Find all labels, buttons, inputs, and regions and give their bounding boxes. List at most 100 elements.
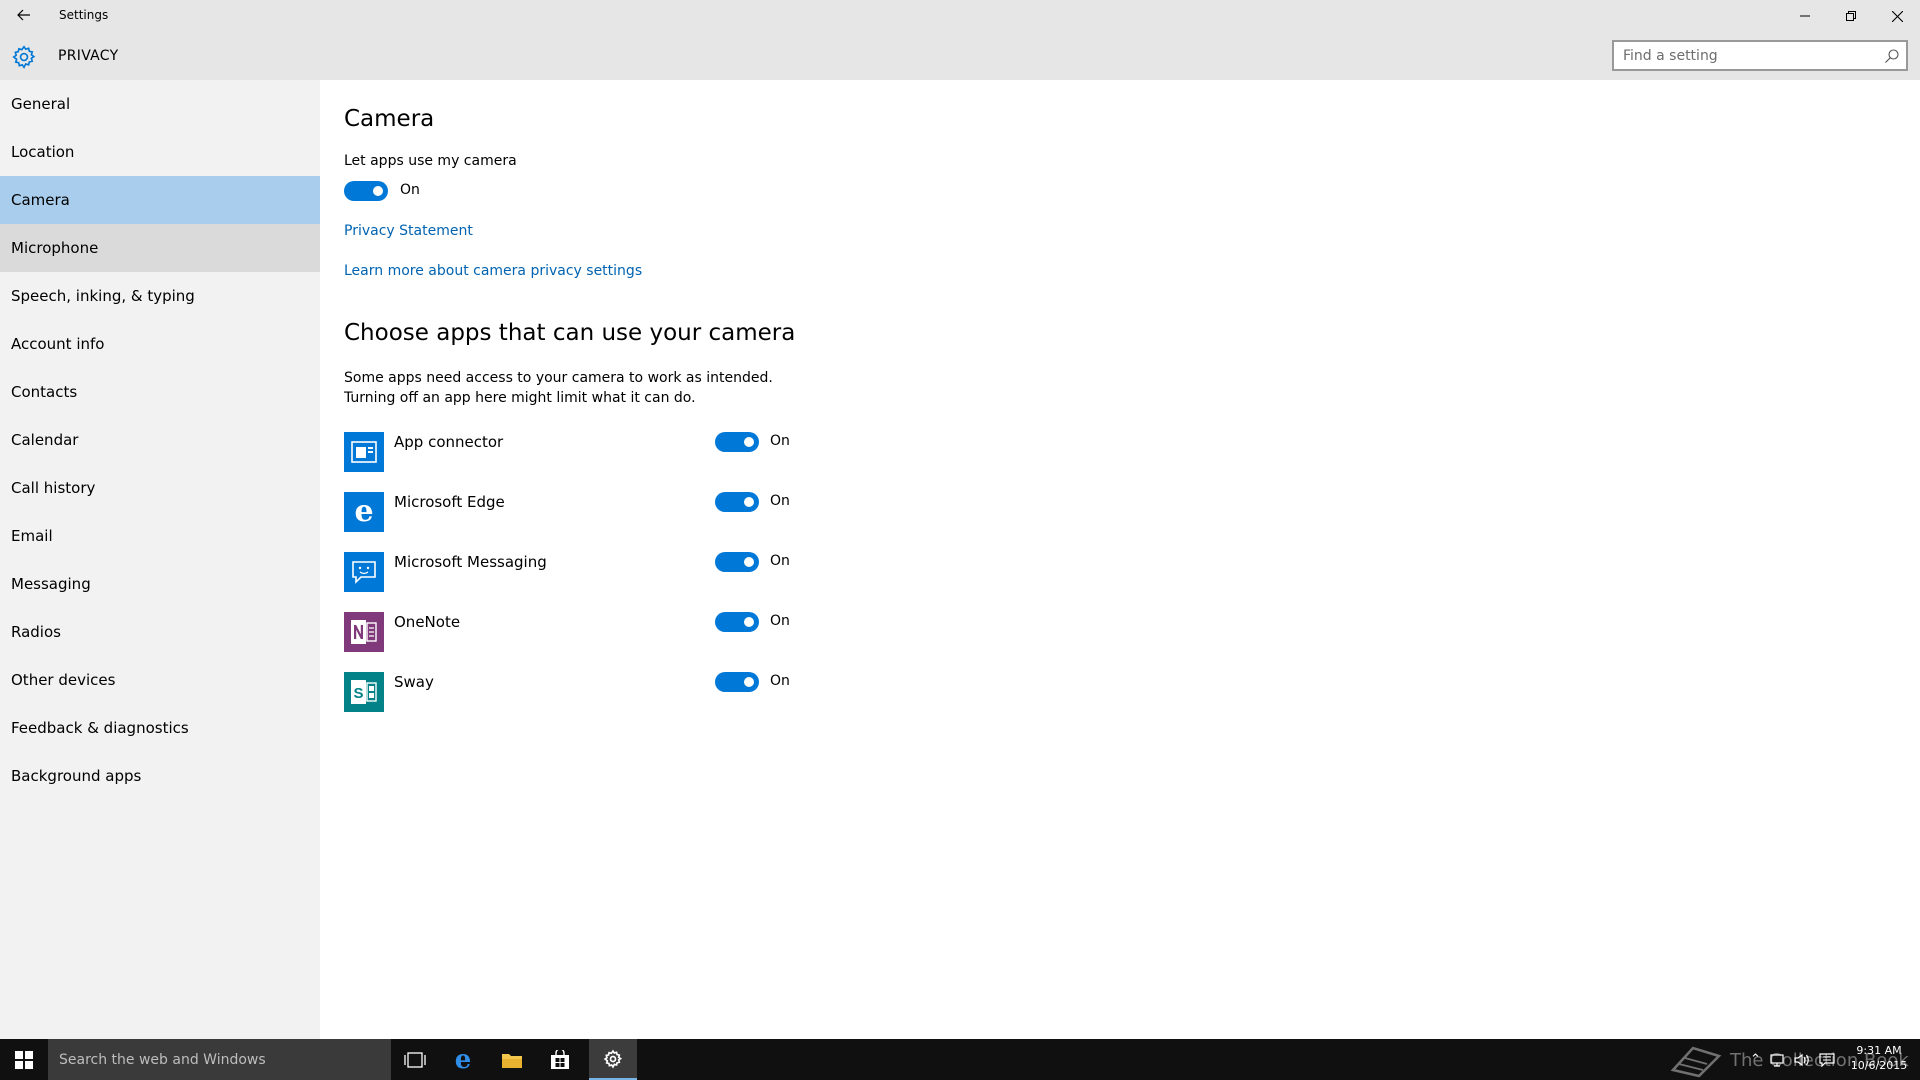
back-arrow-icon [17, 9, 30, 21]
sidebar-item-radios[interactable]: Radios [0, 608, 320, 656]
sidebar-item-email[interactable]: Email [0, 512, 320, 560]
sidebar-item-label: Radios [11, 623, 61, 641]
taskbar-settings-button[interactable] [589, 1039, 637, 1080]
sidebar-item-label: Feedback & diagnostics [11, 719, 189, 737]
app-toggle-state: On [770, 493, 790, 509]
chevron-up-icon[interactable]: ⌃ [1750, 1052, 1761, 1067]
network-icon[interactable] [1769, 1053, 1785, 1067]
store-icon [551, 1049, 569, 1069]
sidebar-item-label: Call history [11, 479, 96, 497]
sidebar-item-messaging[interactable]: Messaging [0, 560, 320, 608]
learn-more-link[interactable]: Learn more about camera privacy settings [344, 263, 642, 279]
sidebar-item-other-devices[interactable]: Other devices [0, 656, 320, 704]
search-input[interactable] [1614, 42, 1874, 69]
close-button[interactable] [1874, 0, 1920, 32]
sidebar-item-location[interactable]: Location [0, 128, 320, 176]
sidebar-item-label: Other devices [11, 671, 116, 689]
sidebar-item-background-apps[interactable]: Background apps [0, 752, 320, 800]
app-name: Sway [394, 673, 434, 691]
toggle-knob [744, 617, 754, 627]
start-button[interactable] [0, 1039, 48, 1080]
section-title: PRIVACY [58, 48, 119, 64]
taskbar-search-box[interactable]: Search the web and Windows [48, 1039, 391, 1080]
volume-icon[interactable] [1793, 1053, 1811, 1067]
microsoft-edge-toggle[interactable] [715, 492, 759, 512]
system-tray: ⌃ [1750, 1039, 1835, 1080]
toggle-knob [373, 186, 383, 196]
clock-time: 9:31 AM [1856, 1044, 1902, 1057]
restore-icon [1846, 11, 1856, 21]
sidebar-item-label: Speech, inking, & typing [11, 287, 195, 305]
app-toggle-state: On [770, 613, 790, 629]
action-center-icon[interactable] [1819, 1052, 1835, 1067]
clock-date: 10/6/2015 [1850, 1059, 1908, 1072]
sidebar-item-label: Messaging [11, 575, 91, 593]
master-toggle-label: Let apps use my camera [344, 153, 517, 169]
onenote-icon [344, 612, 384, 652]
sidebar-item-label: Account info [11, 335, 105, 353]
sidebar-item-speech-inking-typing[interactable]: Speech, inking, & typing [0, 272, 320, 320]
taskbar-edge-button[interactable]: e [439, 1039, 487, 1080]
minimize-icon [1800, 15, 1810, 17]
windows-logo-icon [15, 1050, 33, 1069]
sidebar-item-contacts[interactable]: Contacts [0, 368, 320, 416]
settings-icon [603, 1049, 623, 1069]
master-toggle-state: On [400, 182, 420, 198]
task-view-icon [404, 1051, 426, 1068]
app-connector-toggle[interactable] [715, 432, 759, 452]
apps-description-line: Some apps need access to your camera to … [344, 370, 773, 386]
sidebar-item-label: Contacts [11, 383, 78, 401]
sidebar-item-label: General [11, 95, 71, 113]
search-icon[interactable] [1884, 48, 1900, 64]
sidebar-item-calendar[interactable]: Calendar [0, 416, 320, 464]
sidebar-item-label: Microphone [11, 239, 99, 257]
taskbar-store-button[interactable] [536, 1039, 584, 1080]
task-view-button[interactable] [391, 1039, 439, 1080]
sidebar-item-general[interactable]: General [0, 80, 320, 128]
app-name: OneNote [394, 613, 461, 631]
taskbar-search-placeholder: Search the web and Windows [59, 1051, 266, 1068]
sidebar-item-microphone[interactable]: Microphone [0, 224, 320, 272]
sidebar-item-account-info[interactable]: Account info [0, 320, 320, 368]
app-name: Microsoft Edge [394, 493, 505, 511]
toggle-knob [744, 677, 754, 687]
back-button[interactable] [8, 2, 40, 28]
sway-toggle[interactable] [715, 672, 759, 692]
minimize-button[interactable] [1782, 0, 1828, 32]
page-title: Camera [344, 106, 435, 132]
find-setting-search[interactable] [1612, 40, 1908, 71]
sidebar-item-feedback-diagnostics[interactable]: Feedback & diagnostics [0, 704, 320, 752]
taskbar-file-explorer-button[interactable] [488, 1039, 536, 1080]
camera-master-toggle[interactable] [344, 181, 388, 201]
settings-gear-icon [12, 45, 36, 69]
edge-icon: e [344, 492, 384, 532]
apps-description-line: Turning off an app here might limit what… [344, 390, 696, 406]
app-name: App connector [394, 433, 504, 451]
app-title: Settings [59, 8, 109, 22]
app-toggle-state: On [770, 553, 790, 569]
taskbar: Search the web and Windows e The Collect… [0, 1039, 1920, 1080]
file-explorer-icon [502, 1053, 522, 1068]
privacy-statement-link[interactable]: Privacy Statement [344, 223, 473, 239]
svg-text:S: S [353, 685, 363, 702]
taskbar-clock[interactable]: 9:31 AM 10/6/2015 [1848, 1043, 1910, 1073]
restore-button[interactable] [1828, 0, 1874, 32]
sidebar: General Location Camera Microphone Speec… [0, 80, 320, 1039]
sidebar-item-label: Location [11, 143, 75, 161]
messaging-icon [344, 552, 384, 592]
book-icon [1670, 1046, 1722, 1078]
app-toggle-state: On [770, 433, 790, 449]
onenote-toggle[interactable] [715, 612, 759, 632]
microsoft-messaging-toggle[interactable] [715, 552, 759, 572]
title-bar: Settings PRIVACY [0, 0, 1920, 80]
sidebar-item-call-history[interactable]: Call history [0, 464, 320, 512]
app-toggle-state: On [770, 673, 790, 689]
apps-section-heading: Choose apps that can use your camera [344, 320, 796, 346]
app-name: Microsoft Messaging [394, 553, 547, 571]
sidebar-item-label: Calendar [11, 431, 79, 449]
sidebar-item-label: Camera [11, 191, 70, 209]
close-icon [1891, 10, 1903, 22]
sidebar-item-label: Email [11, 527, 53, 545]
sidebar-item-label: Background apps [11, 767, 142, 785]
sidebar-item-camera[interactable]: Camera [0, 176, 320, 224]
